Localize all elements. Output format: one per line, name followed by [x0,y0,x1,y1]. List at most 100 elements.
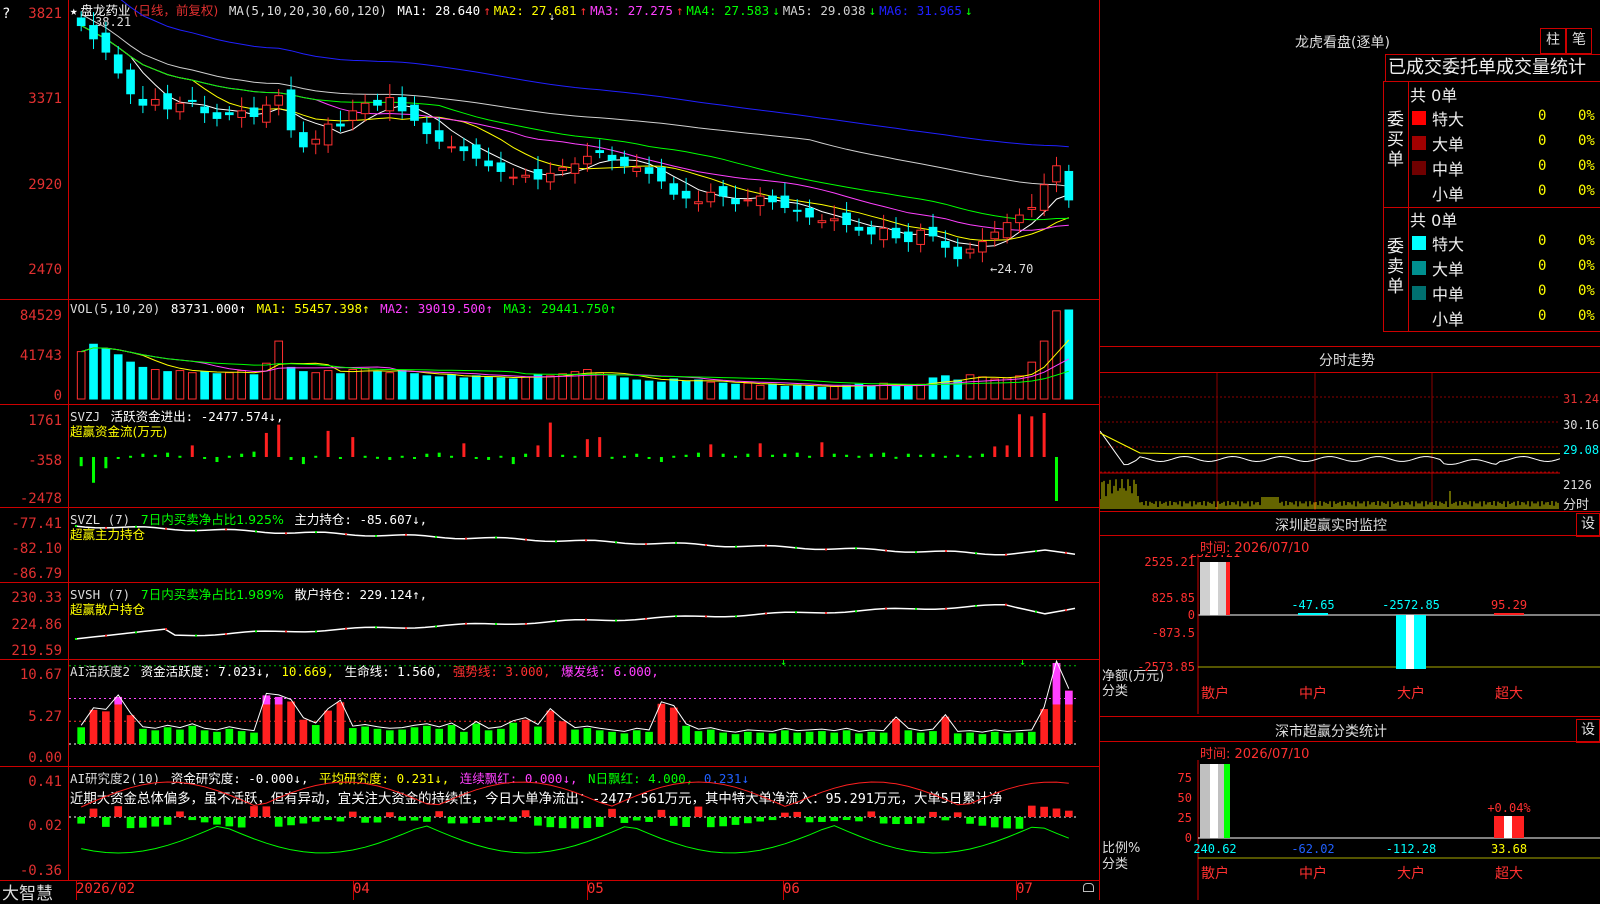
research-bar [324,817,332,821]
candle-body [76,17,86,27]
class-header-border [1100,741,1600,742]
volume-bar [187,372,197,400]
volume-bar [694,379,703,400]
y-tick: 0 [53,388,62,404]
monitor-settings-button[interactable]: 设 [1576,513,1600,537]
tick-mode-button[interactable]: 笔 [1566,28,1592,54]
activity-bar [978,734,987,744]
research-bar [916,817,925,824]
fund-flow-bar [548,422,552,457]
research-bar [262,806,271,817]
research-bar [953,812,962,817]
buy-row-count: 0 [1538,133,1547,149]
fund-flow-bar [524,453,528,457]
line-dot [555,620,557,623]
fund-flow-bar [104,456,108,469]
activity-bar [89,709,98,744]
x-tick [587,880,588,900]
kline-chart-area[interactable]: ★ 盘龙药业 (日线，前复权) MA(5,10,20,30,60,120) MA1:… [0,0,1100,904]
volume-bar [138,366,148,400]
fund-flow-bar [301,456,305,465]
candle-body [373,99,382,106]
volume-bar [249,374,259,400]
buy-row-name: 小单 [1432,185,1465,204]
ai-activity-chart[interactable]: ↓ ↓ [69,660,1099,766]
y-tick: 1761 [28,413,62,429]
candle-body [978,241,987,253]
class-settings-button[interactable]: 设 [1576,719,1600,743]
line-dot [915,551,917,554]
svzl-chart[interactable] [69,508,1099,582]
activity-bar [163,727,172,744]
fund-flow-bar [622,455,626,458]
fund-flow-bar [832,453,836,457]
line-dot [285,630,287,633]
research-bar [200,817,209,823]
activity-bar [571,729,579,744]
line-dot [1065,609,1067,612]
candle-body [755,195,765,207]
class-category: 超大 [1495,866,1523,882]
candle-body [558,167,567,172]
line-dot [945,549,947,552]
activity-bar [534,726,542,744]
line-dot [585,539,587,542]
monitor-header-border [1100,535,1600,536]
ma-line-10 [80,25,1069,241]
fenshi-y-tick: 30.16 [1563,418,1600,432]
line-dot [885,607,887,610]
activity-bar [731,734,740,744]
svsh-chart[interactable] [69,583,1099,659]
class-bar-value: -62.02 [1291,842,1334,856]
candlestick-chart[interactable] [69,0,1099,299]
research-bar [484,817,493,822]
sell-row-count: 0 [1538,258,1547,274]
monitor-bar-highlight [1406,615,1414,669]
volume-bar [397,370,407,400]
class-title: 深市超赢分类统计 [1275,724,1387,740]
volume-bar [780,385,790,400]
research-bar [534,817,542,826]
activity-bar [953,733,962,744]
monitor-y-tick: 2525.21 [1144,555,1195,569]
y-tick: 0.41 [28,774,62,790]
buy-color-swatch [1412,111,1426,125]
volume-bar [262,362,271,400]
fund-flow-bar [585,439,589,457]
class-bar-chart[interactable]: 75 50 25 0 +0.04% 240.62 散户 -62.02 中户 -112.28 大户 33… [1100,760,1600,900]
class-bar-highlight [1210,764,1218,838]
monitor-bar-value: 2525.21 [1190,554,1241,560]
ai-research-chart[interactable] [69,767,1099,880]
monitor-bar [1494,613,1524,615]
candle-body [928,226,938,237]
monitor-bar-value: -47.65 [1291,598,1334,612]
bar-mode-button[interactable]: 柱 [1540,28,1566,54]
volume-chart[interactable] [69,300,1099,404]
y-tick: 10.67 [19,667,62,683]
volume-bar [348,369,358,400]
activity-bar [435,728,444,744]
activity-bar [793,732,802,744]
fund-flow-bar [264,432,268,457]
y-tick: 2920 [28,177,62,193]
candle-body [1052,165,1061,183]
volume-bar [768,383,777,400]
lock-icon[interactable] [1083,883,1094,892]
intraday-chart[interactable] [1100,373,1560,510]
candle-body [953,246,963,260]
activity-bar [311,725,320,744]
fund-flow-bar [733,455,737,458]
fund-flow-bar [215,456,219,463]
research-bar [410,817,419,821]
line-dot [165,527,167,530]
volume-bar [101,347,111,400]
line-dot [555,540,557,543]
line-dot [825,548,827,551]
fund-flow-bar [758,443,762,457]
candle-body [694,201,703,205]
svzj-chart[interactable] [69,405,1099,507]
monitor-bar-chart[interactable]: 2525.21825.850-873.5-2573.852525.21散户-47… [1100,554,1600,714]
line-dot [195,634,197,637]
research-bar [250,806,258,817]
research-bar [620,817,629,823]
